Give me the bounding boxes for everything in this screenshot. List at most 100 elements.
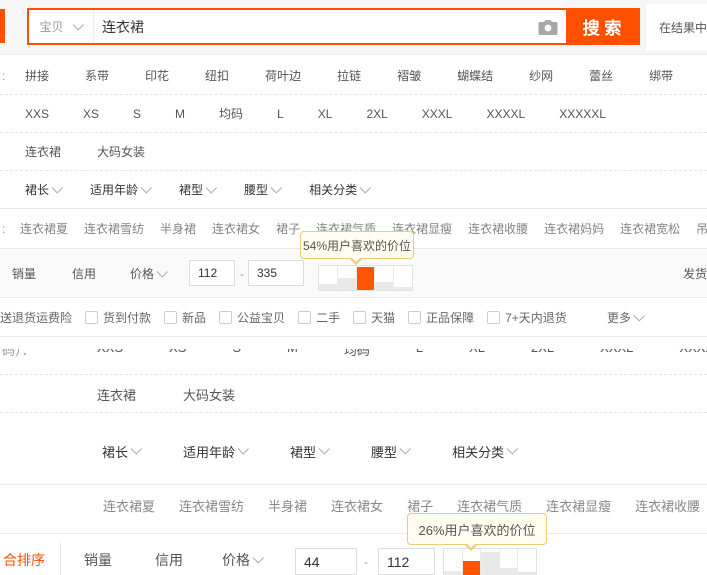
related-term[interactable]: 连衣裙宽松 [620, 220, 680, 237]
price-histogram-top[interactable] [318, 265, 413, 291]
size-tag[interactable]: XXXXXL [559, 107, 606, 121]
filter-dropdown-skirt-type[interactable]: 裙型 [290, 442, 330, 461]
size-tag[interactable]: XXXXL [486, 107, 525, 121]
histogram-segment[interactable] [337, 266, 357, 290]
related-term[interactable]: 连衣裙雪纺 [84, 220, 144, 237]
search-category-dropdown[interactable]: 宝贝 [29, 10, 94, 43]
size-tag[interactable]: XL [469, 349, 485, 359]
histogram-segment[interactable] [444, 549, 463, 575]
size-tag[interactable]: XXS [25, 107, 49, 121]
checkbox-secondhand[interactable]: 二手 [298, 309, 340, 326]
size-tag[interactable]: XS [169, 349, 186, 359]
size-tag[interactable]: M [287, 349, 298, 359]
histogram-segment[interactable] [356, 266, 376, 290]
category-tag[interactable]: 连衣裙 [97, 385, 136, 404]
filter-dropdown-age[interactable]: 适用年龄 [183, 442, 249, 461]
histogram-segment[interactable] [394, 266, 412, 290]
size-tag[interactable]: XXXL [422, 107, 453, 121]
related-term[interactable]: 连衣裙妈妈 [544, 220, 604, 237]
image-search-button[interactable] [530, 10, 566, 43]
checkbox-7day-return[interactable]: 7+天内退货 [487, 309, 567, 326]
size-tag[interactable]: XXS [97, 349, 123, 359]
sort-credit[interactable]: 信用 [155, 544, 183, 575]
filter-dropdown-waist[interactable]: 腰型 [371, 442, 412, 461]
related-term[interactable]: 连衣裙收腰 [635, 496, 700, 515]
sort-sales[interactable]: 销量 [12, 249, 36, 298]
more-filters-dropdown[interactable]: 更多 [607, 298, 645, 337]
related-term[interactable]: 连衣裙气质 [457, 496, 522, 515]
search-input[interactable] [94, 10, 530, 43]
price-max-input[interactable] [378, 548, 435, 575]
histogram-segment[interactable] [518, 549, 536, 575]
category-tag[interactable]: 大码女装 [183, 385, 235, 404]
histogram-segment[interactable] [481, 549, 500, 575]
style-tag[interactable]: 纱网 [529, 67, 553, 84]
filter-dropdown-skirt-length[interactable]: 裙长 [102, 442, 142, 461]
size-tag[interactable]: L [416, 349, 423, 359]
search-in-results-option[interactable]: 在结果中 [646, 4, 707, 51]
style-tag[interactable]: 印花 [145, 67, 169, 84]
related-term[interactable]: 裙子 [276, 220, 300, 237]
size-tag[interactable]: 均码 [219, 105, 243, 122]
cut-service-label[interactable]: 送退货运费险 [0, 309, 72, 326]
filter-dropdown-related-category[interactable]: 相关分类 [452, 442, 519, 461]
histogram-segment[interactable] [319, 266, 338, 290]
search-button[interactable]: 搜 索 [566, 10, 638, 43]
size-tag[interactable]: 2XL [366, 107, 387, 121]
histogram-segment[interactable] [499, 549, 519, 575]
filter-dropdown-related-category[interactable]: 相关分类 [309, 181, 372, 198]
sort-price[interactable]: 价格 [222, 544, 264, 575]
related-term[interactable]: 连衣裙雪纺 [179, 496, 244, 515]
filter-dropdown-waist[interactable]: 腰型 [244, 181, 283, 198]
size-tag[interactable]: 均码 [344, 349, 370, 359]
style-tag[interactable]: 纽扣 [205, 67, 229, 84]
filter-dropdown-skirt-type[interactable]: 裙型 [179, 181, 217, 198]
related-term[interactable]: 半身裙 [160, 220, 196, 237]
style-tag[interactable]: 蕾丝 [589, 67, 613, 84]
sort-credit[interactable]: 信用 [72, 249, 96, 298]
size-tag[interactable]: L [277, 107, 284, 121]
size-tag[interactable]: XXXL [600, 349, 633, 359]
size-tag[interactable]: XL [318, 107, 333, 121]
sort-sales[interactable]: 销量 [84, 544, 112, 575]
related-term[interactable]: 半身裙 [268, 496, 307, 515]
price-histogram-bottom[interactable] [443, 548, 537, 575]
style-tag[interactable]: 系带 [85, 67, 109, 84]
filter-dropdown-age[interactable]: 适用年龄 [90, 181, 152, 198]
size-tag[interactable]: M [175, 107, 185, 121]
style-tag[interactable]: 荷叶边 [265, 67, 301, 84]
related-term[interactable]: 连衣裙女 [212, 220, 260, 237]
histogram-segment[interactable] [462, 549, 482, 575]
checkbox-cod[interactable]: 货到付款 [85, 309, 151, 326]
price-min-input[interactable] [295, 548, 357, 575]
related-term[interactable]: 连衣裙夏 [103, 496, 155, 515]
price-min-input[interactable] [189, 260, 235, 286]
checkbox-tmall[interactable]: 天猫 [353, 309, 395, 326]
category-tag[interactable]: 连衣裙 [25, 143, 61, 160]
checkbox-new[interactable]: 新品 [164, 309, 206, 326]
price-max-input[interactable] [248, 260, 304, 286]
checkbox-authentic[interactable]: 正品保障 [408, 309, 474, 326]
related-term[interactable]: 裙子 [407, 496, 433, 515]
related-term[interactable]: 连衣裙收腰 [468, 220, 528, 237]
related-term-partial[interactable]: 吊 [696, 220, 707, 237]
related-term[interactable]: 连衣裙女 [331, 496, 383, 515]
style-tag[interactable]: 褶皱 [397, 67, 421, 84]
related-term[interactable]: 连衣裙显瘦 [546, 496, 611, 515]
size-tag[interactable]: 2XL [531, 349, 554, 359]
related-term[interactable]: 连衣裙夏 [20, 220, 68, 237]
ship-from-label[interactable]: 发货地 [683, 249, 707, 298]
histogram-segment[interactable] [375, 266, 395, 290]
style-tag[interactable]: 拉链 [337, 67, 361, 84]
sort-price[interactable]: 价格 [130, 249, 168, 298]
category-tag[interactable]: 大码女装 [97, 143, 145, 160]
filter-dropdown-skirt-length[interactable]: 裙长 [25, 181, 63, 198]
style-tag[interactable]: 蝴蝶结 [457, 67, 493, 84]
checkbox-charity[interactable]: 公益宝贝 [219, 309, 285, 326]
size-tag[interactable]: XS [83, 107, 99, 121]
size-tag[interactable]: S [133, 107, 141, 121]
size-tag[interactable]: XXXXL [679, 349, 707, 359]
sort-comprehensive-tab[interactable]: 合排序 [3, 544, 45, 575]
size-tag[interactable]: S [232, 349, 241, 359]
style-tag[interactable]: 绑带 [649, 67, 673, 84]
